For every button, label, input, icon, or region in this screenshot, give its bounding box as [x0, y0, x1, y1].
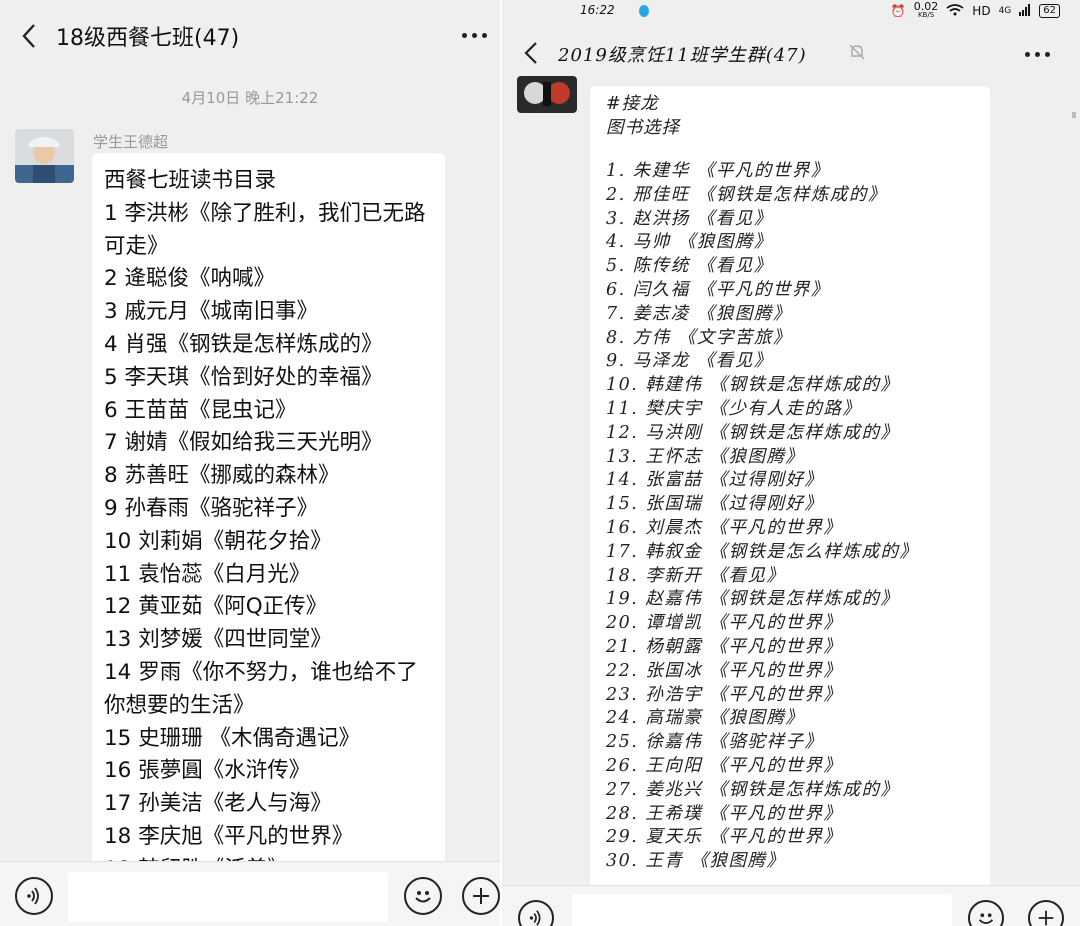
book-choice-line: 24. 高瑞豪 《狼图腾》: [606, 708, 805, 729]
reading-list-line: 11 袁怡蕊《白月光》: [104, 561, 311, 587]
book-choice-line: 12. 马洪刚 《钢铁是怎样炼成的》: [606, 422, 900, 443]
book-choice-list: 1. 朱建华 《平凡的世界》 2. 邢佳旺 《钢铁是怎样炼成的》 3. 赵洪扬 《看…: [606, 160, 990, 874]
book-choice-line: 18. 李新开 《看见》: [606, 565, 786, 586]
emoji-icon[interactable]: [404, 877, 442, 915]
reading-list-line: 7 谢婧《假如给我三天光明》: [104, 430, 383, 456]
reading-list-line: 18 李庆旭《平凡的世界》: [104, 823, 354, 849]
reading-list-line: 13 刘梦媛《四世同堂》: [104, 627, 332, 653]
book-choice-line: 8. 方伟 《文字苦旅》: [606, 327, 792, 348]
alarm-icon: ⏰: [890, 4, 906, 18]
more-dots-icon[interactable]: [462, 33, 487, 38]
qq-app-icon: [636, 4, 652, 18]
left-chat-screen: 18级西餐七班(47) 4月10日 晚上21:22 学生王德超 西餐七班读书目录…: [0, 0, 500, 926]
reading-list-line: 6 王苗苗《昆虫记》: [104, 397, 297, 423]
sender-name: 学生王德超: [93, 133, 169, 151]
input-bar: [502, 885, 1080, 926]
book-choice-line: 17. 韩叙金 《钢铁是怎么样炼成的》: [606, 541, 919, 562]
reading-list-line: 9 孙春雨《骆驼祥子》: [104, 495, 319, 521]
message-timestamp: 4月10日 晚上21:22: [181, 89, 319, 107]
book-choice-line: 2. 邢佳旺 《钢铁是怎样炼成的》: [606, 184, 887, 205]
book-choice-line: 28. 王希璞 《平凡的世界》: [606, 803, 843, 824]
reading-list-line: 3 戚元月《城南旧事》: [104, 299, 319, 325]
reading-list-line: 17 孙美洁《老人与海》: [104, 791, 332, 817]
book-choice-line: 27. 姜兆兴 《钢铁是怎样炼成的》: [606, 779, 900, 800]
book-choice-line: 7. 姜志凌 《狼图腾》: [606, 303, 792, 324]
network-speed-unit: KB/S: [917, 11, 935, 19]
book-choice-line: 19. 赵嘉伟 《钢铁是怎样炼成的》: [606, 589, 900, 610]
signal-icon: [1019, 3, 1031, 19]
input-bar: [0, 861, 500, 926]
book-choice-line: 26. 王向阳 《平凡的世界》: [606, 755, 843, 776]
reading-list-line: 4 肖强《钢铁是怎样炼成的》: [104, 331, 383, 357]
book-choice-line: 21. 杨朝露 《平凡的世界》: [606, 636, 843, 657]
book-choice-line: 11. 樊庆宇 《少有人走的路》: [606, 398, 862, 419]
book-choice-line: 16. 刘晨杰 《平凡的世界》: [606, 517, 843, 538]
book-choice-line: 1. 朱建华 《平凡的世界》: [606, 161, 830, 181]
message-bubble[interactable]: 西餐七班读书目录 1 李洪彬《除了胜利，我们已无路可走》 2 逄聪俊《呐喊》 3 戚元…: [92, 153, 445, 873]
reading-list-line: 西餐七班读书目录: [104, 168, 277, 193]
plus-icon[interactable]: [462, 877, 500, 915]
status-bar: 16:22 ⏰ 0.02 KB/S HD 4G 62: [502, 0, 1080, 22]
book-choice-line: 10. 韩建伟 《钢铁是怎样炼成的》: [606, 375, 900, 396]
right-chat-screen: 16:22 ⏰ 0.02 KB/S HD 4G 62 2019级烹饪11班学生群…: [502, 0, 1080, 926]
book-choice-line: 20. 谭增凯 《平凡的世界》: [606, 613, 843, 634]
book-choice-line: 9. 马泽龙 《看见》: [606, 351, 773, 372]
hd-label: HD: [972, 4, 991, 18]
book-choice-line: 4. 马帅 《狼图腾》: [606, 232, 773, 253]
network-speed-value: 0.02: [913, 0, 939, 13]
status-time: 16:22: [580, 3, 615, 17]
battery-level: 62: [1039, 4, 1060, 18]
scrollbar[interactable]: [1072, 112, 1076, 118]
reading-list: 西餐七班读书目录 1 李洪彬《除了胜利，我们已无路可走》 2 逄聪俊《呐喊》 3 戚元…: [104, 165, 433, 873]
message-bubble[interactable]: #接龙 图书选择 1. 朱建华 《平凡的世界》 2. 邢佳旺 《钢铁是怎样炼成的》…: [590, 86, 990, 896]
mute-bell-icon: [848, 43, 866, 65]
reading-list-line: 5 李天琪《恰到好处的幸福》: [104, 364, 383, 390]
voice-icon[interactable]: [518, 900, 554, 926]
left-chat-header: 18级西餐七班(47): [0, 0, 500, 72]
reading-list-line: 1 李洪彬《除了胜利，我们已无路可走》: [104, 200, 426, 259]
emoji-icon[interactable]: [968, 900, 1004, 926]
book-choice-line: 15. 张国瑞 《过得刚好》: [606, 494, 824, 515]
book-choice-line: 6. 闫久福 《平凡的世界》: [606, 279, 830, 300]
right-chat-header: 2019级烹饪11班学生群(47): [502, 22, 1080, 84]
book-choice-line: 25. 徐嘉伟 《骆驼祥子》: [606, 732, 824, 753]
book-choice-line: 30. 王青 《狼图腾》: [606, 851, 786, 872]
more-dots-icon[interactable]: [1025, 52, 1050, 57]
reading-list-line: 16 張夢圓《水浒传》: [104, 758, 311, 784]
network-type: 4G: [998, 6, 1012, 16]
plus-icon[interactable]: [1028, 900, 1064, 926]
reading-list-line: 12 黄亚茹《阿Q正传》: [104, 594, 328, 620]
status-indicators: ⏰ 0.02 KB/S HD 4G 62: [890, 0, 1060, 20]
back-arrow-icon[interactable]: [4, 0, 54, 72]
message-input[interactable]: [572, 894, 952, 926]
avatar[interactable]: [517, 76, 577, 113]
avatar[interactable]: [15, 129, 74, 183]
back-arrow-icon[interactable]: [506, 22, 556, 84]
voice-icon[interactable]: [15, 877, 53, 915]
reading-list-line: 14 罗雨《你不努力，谁也给不了你想要的生活》: [104, 659, 418, 718]
book-choice-line: 3. 赵洪扬 《看见》: [606, 208, 773, 229]
book-choice-line: 13. 王怀志 《狼图腾》: [606, 446, 805, 467]
reading-list-line: 10 刘莉娟《朝花夕拾》: [104, 528, 332, 554]
book-choice-line: 5. 陈传统 《看见》: [606, 256, 773, 277]
reading-list-line: 15 史珊珊 《木偶奇遇记》: [104, 725, 361, 751]
book-choice-line: 23. 孙浩宇 《平凡的世界》: [606, 684, 843, 705]
book-choice-line: 29. 夏天乐 《平凡的世界》: [606, 827, 843, 848]
network-speed: 0.02 KB/S: [913, 0, 939, 20]
book-choice-line: 22. 张国冰 《平凡的世界》: [606, 660, 843, 681]
message-input[interactable]: [68, 872, 388, 922]
reading-list-line: 2 逄聪俊《呐喊》: [104, 266, 276, 292]
message-heading-line: 图书选择: [606, 118, 680, 138]
reading-list-line: 8 苏善旺《挪威的森林》: [104, 463, 340, 489]
book-choice-line: 14. 张富喆 《过得刚好》: [606, 470, 824, 491]
message-tag-line: #接龙: [606, 94, 659, 114]
chat-title: 2019级烹饪11班学生群(47): [558, 45, 807, 66]
chat-title: 18级西餐七班(47): [56, 26, 240, 51]
wifi-icon: [946, 3, 964, 19]
